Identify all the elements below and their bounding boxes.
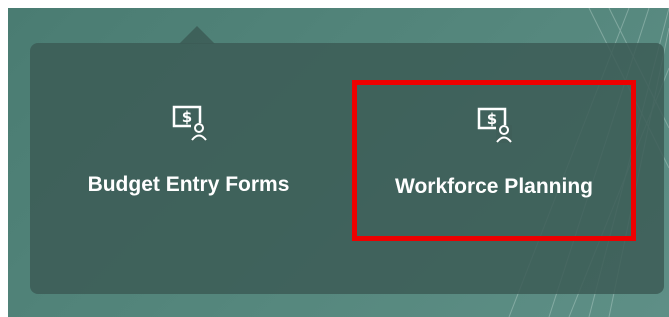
budget-entry-forms-label: Budget Entry Forms xyxy=(87,173,290,196)
svg-text:$: $ xyxy=(181,108,191,126)
screen: $ Budget Entry Forms $ Workforce Plannin… xyxy=(0,0,669,317)
budget-user-icon: $ xyxy=(169,103,209,143)
workforce-planning-tile[interactable]: $ Workforce Planning xyxy=(352,80,636,241)
budget-user-icon: $ xyxy=(474,105,514,145)
popover-caret xyxy=(179,26,215,44)
workforce-planning-label: Workforce Planning xyxy=(395,175,593,198)
budget-entry-forms-tile[interactable]: $ Budget Entry Forms xyxy=(56,95,321,230)
svg-text:$: $ xyxy=(487,110,497,128)
